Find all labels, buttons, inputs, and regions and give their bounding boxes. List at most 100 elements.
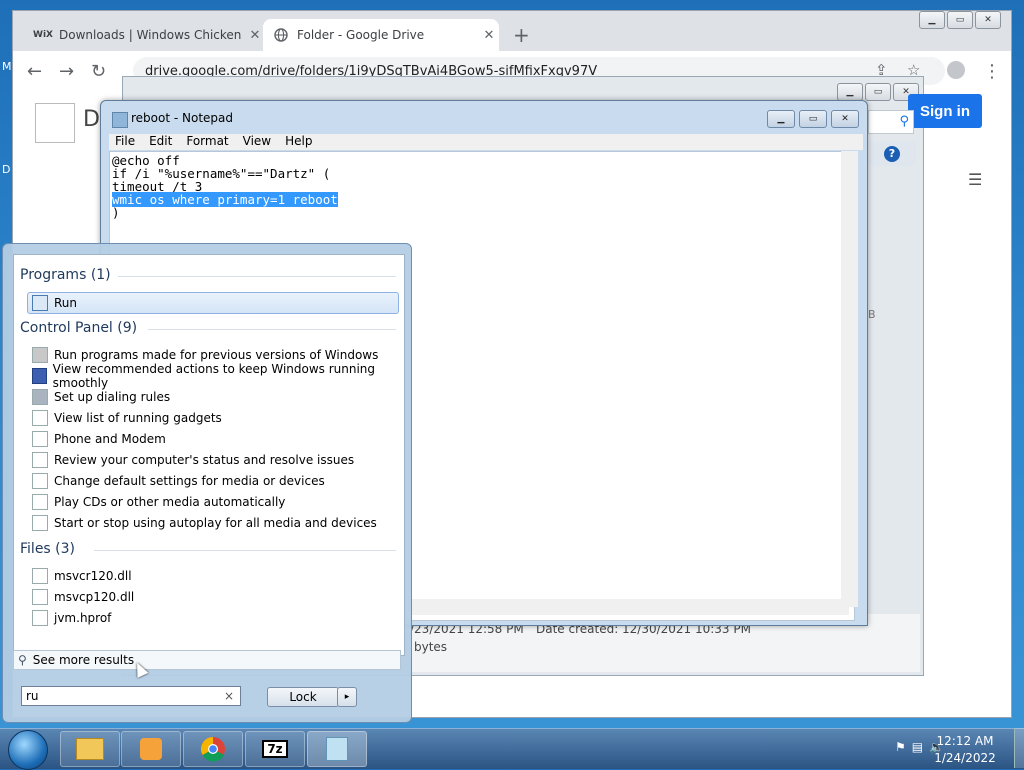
- see-more-results[interactable]: ⚲ See more results: [13, 650, 401, 670]
- file-item[interactable]: jvm.hprof: [28, 608, 398, 628]
- control-panel-item[interactable]: View recommended actions to keep Windows…: [28, 362, 398, 390]
- control-panel-header: Control Panel (9): [20, 320, 138, 336]
- minimize-button[interactable]: ▁: [767, 110, 795, 128]
- menu-format[interactable]: Format: [186, 134, 228, 150]
- minimize-button[interactable]: ▁: [919, 11, 945, 29]
- control-panel-item[interactable]: Set up dialing rules: [28, 387, 398, 407]
- folder-icon: [76, 738, 104, 760]
- action-center-icon[interactable]: ⚑: [895, 740, 906, 754]
- new-tab-button[interactable]: +: [513, 23, 530, 47]
- result-label: Review your computer's status and resolv…: [54, 453, 355, 467]
- tab-strip: WiX Downloads | Windows Chicken ✕ Folder…: [13, 11, 1011, 51]
- close-button[interactable]: ✕: [831, 110, 859, 128]
- text-line-selected: wmic os where primary=1 reboot: [112, 192, 852, 207]
- phone-icon: [32, 389, 48, 405]
- show-desktop-button[interactable]: [1014, 728, 1024, 768]
- menu-edit[interactable]: Edit: [149, 134, 172, 150]
- size-value: bytes: [414, 640, 448, 654]
- chrome-window-controls: ▁ ▭ ✕: [919, 11, 1001, 29]
- tab-google-drive[interactable]: Folder - Google Drive ✕: [263, 19, 499, 51]
- globe-icon: [273, 27, 289, 43]
- control-panel-item[interactable]: View list of running gadgets: [28, 408, 398, 428]
- search-icon: ⚲: [18, 653, 27, 667]
- network-icon[interactable]: ▤: [912, 740, 923, 754]
- see-more-label: See more results: [32, 653, 135, 667]
- file-icon: [32, 494, 48, 510]
- result-label: msvcp120.dll: [54, 590, 135, 604]
- drive-search-box[interactable]: ⚲: [868, 110, 914, 134]
- vertical-scrollbar[interactable]: [841, 151, 858, 607]
- desktop-edge-text: D: [2, 163, 11, 176]
- media-player-icon: [140, 738, 162, 760]
- file-icon: [32, 515, 48, 531]
- start-button[interactable]: [8, 730, 48, 770]
- selected-text: wmic os where primary=1 reboot: [112, 192, 338, 207]
- minimize-button[interactable]: ▁: [837, 83, 863, 101]
- divider: [118, 276, 396, 277]
- file-icon: [32, 473, 48, 489]
- control-panel-item[interactable]: Change default settings for media or dev…: [28, 471, 398, 491]
- maximize-button[interactable]: ▭: [799, 110, 827, 128]
- forward-icon[interactable]: →: [59, 61, 74, 82]
- close-button[interactable]: ✕: [975, 11, 1001, 29]
- result-label: Play CDs or other media automatically: [54, 495, 286, 509]
- clock[interactable]: 12:12 AM 1/24/2022: [932, 733, 998, 767]
- notepad-icon: [326, 737, 348, 761]
- divider: [94, 550, 396, 551]
- back-icon[interactable]: ←: [27, 61, 42, 82]
- reload-icon[interactable]: ↻: [91, 61, 106, 82]
- tab-close-icon[interactable]: ✕: [479, 28, 499, 43]
- search-icon[interactable]: ⚲: [899, 114, 909, 129]
- taskbar-7zip[interactable]: 7z: [245, 731, 305, 767]
- taskbar-notepad[interactable]: [307, 731, 367, 767]
- run-icon: [32, 295, 48, 311]
- result-label: Start or stop using autoplay for all med…: [54, 516, 377, 530]
- search-results-list: Programs (1) Run Control Panel (9) Run p…: [13, 254, 405, 656]
- wix-icon: WiX: [33, 30, 53, 40]
- taskbar-chrome[interactable]: [183, 731, 243, 767]
- maximize-button[interactable]: ▭: [865, 83, 891, 101]
- clock-time: 12:12 AM: [936, 734, 994, 748]
- sign-in-button[interactable]: Sign in: [908, 94, 982, 128]
- control-panel-item[interactable]: Review your computer's status and resolv…: [28, 450, 398, 470]
- taskbar-media-player[interactable]: [121, 731, 181, 767]
- drive-logo-image: [35, 103, 75, 143]
- desktop-edge-text: M: [2, 60, 12, 73]
- result-label: Run programs made for previous versions …: [54, 348, 379, 362]
- control-panel-item[interactable]: Phone and Modem: [28, 429, 398, 449]
- control-panel-item[interactable]: Start or stop using autoplay for all med…: [28, 513, 398, 533]
- taskbar-explorer[interactable]: [60, 731, 120, 767]
- seven-zip-icon: 7z: [262, 740, 288, 758]
- search-text: ru: [26, 689, 39, 703]
- notepad-window-controls: ▁ ▭ ✕: [767, 110, 859, 128]
- file-item[interactable]: msvcp120.dll: [28, 587, 398, 607]
- chrome-icon: [200, 737, 225, 762]
- list-view-icon[interactable]: ☰: [968, 170, 982, 189]
- maximize-button[interactable]: ▭: [947, 11, 973, 29]
- tab-close-icon[interactable]: ✕: [245, 28, 265, 43]
- result-label: Run: [54, 296, 78, 310]
- menu-view[interactable]: View: [243, 134, 271, 150]
- dialog-controls: ▁ ▭ ✕: [837, 83, 919, 101]
- start-search-input[interactable]: ru ×: [21, 686, 241, 706]
- control-panel-item[interactable]: Play CDs or other media automatically: [28, 492, 398, 512]
- result-label: View list of running gadgets: [54, 411, 222, 425]
- tab-downloads[interactable]: WiX Downloads | Windows Chicken ✕: [25, 19, 265, 51]
- shutdown-options-button[interactable]: ▸: [337, 687, 357, 707]
- menu-file[interactable]: File: [115, 134, 135, 150]
- file-icon: [32, 589, 48, 605]
- profile-icon[interactable]: [947, 61, 965, 79]
- notepad-icon: [112, 112, 128, 128]
- menu-icon[interactable]: ⋮: [983, 61, 1001, 82]
- text-line: ): [112, 205, 120, 220]
- help-icon[interactable]: ?: [884, 146, 900, 162]
- result-label: View recommended actions to keep Windows…: [52, 362, 376, 390]
- menu-help[interactable]: Help: [285, 134, 312, 150]
- lock-button[interactable]: Lock: [267, 687, 339, 707]
- file-item[interactable]: msvcr120.dll: [28, 566, 398, 586]
- text-line: if /i "%username%"=="Dartz" (: [112, 166, 331, 181]
- clear-search-icon[interactable]: ×: [224, 689, 234, 703]
- file-icon: [32, 568, 48, 584]
- result-run[interactable]: Run: [27, 292, 399, 314]
- partial-text: B: [868, 308, 876, 321]
